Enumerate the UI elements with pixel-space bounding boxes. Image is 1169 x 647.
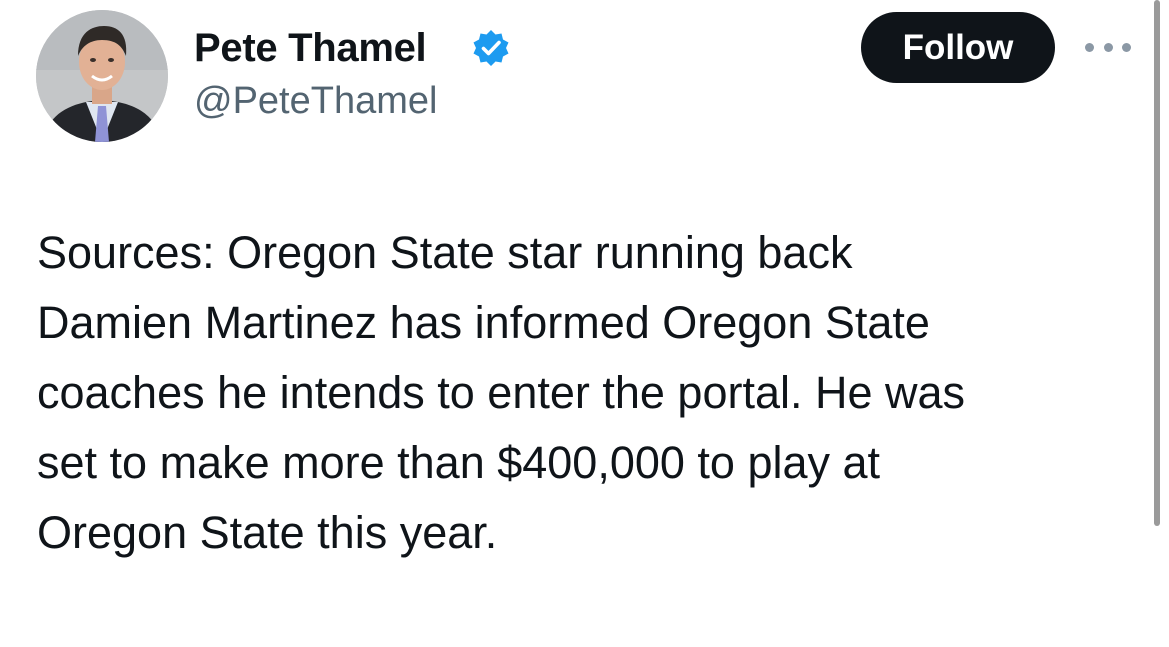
author-display-name[interactable]: Pete Thamel — [194, 24, 427, 72]
tweet-text-line: Sources: Oregon State star running back — [37, 227, 853, 278]
tweet-text-line: Damien Martinez has informed Oregon Stat… — [37, 297, 930, 348]
avatar-photo — [36, 10, 168, 142]
tweet-text-line: Oregon State this year. — [37, 507, 498, 558]
more-options-icon[interactable] — [1085, 34, 1131, 60]
tweet-text-line: coaches he intends to enter the portal. … — [37, 367, 966, 418]
tweet-text-line: set to make more than $400,000 to play a… — [37, 437, 881, 488]
tweet-text: Sources: Oregon State star running back … — [37, 218, 1137, 568]
more-dot — [1122, 42, 1131, 52]
more-dot — [1103, 42, 1113, 52]
scrollbar[interactable] — [1154, 0, 1160, 526]
follow-button[interactable]: Follow — [861, 12, 1055, 83]
author-handle[interactable]: @PeteThamel — [194, 78, 437, 124]
more-dot — [1085, 42, 1094, 52]
avatar[interactable] — [36, 10, 168, 142]
verified-badge-icon — [473, 30, 509, 66]
